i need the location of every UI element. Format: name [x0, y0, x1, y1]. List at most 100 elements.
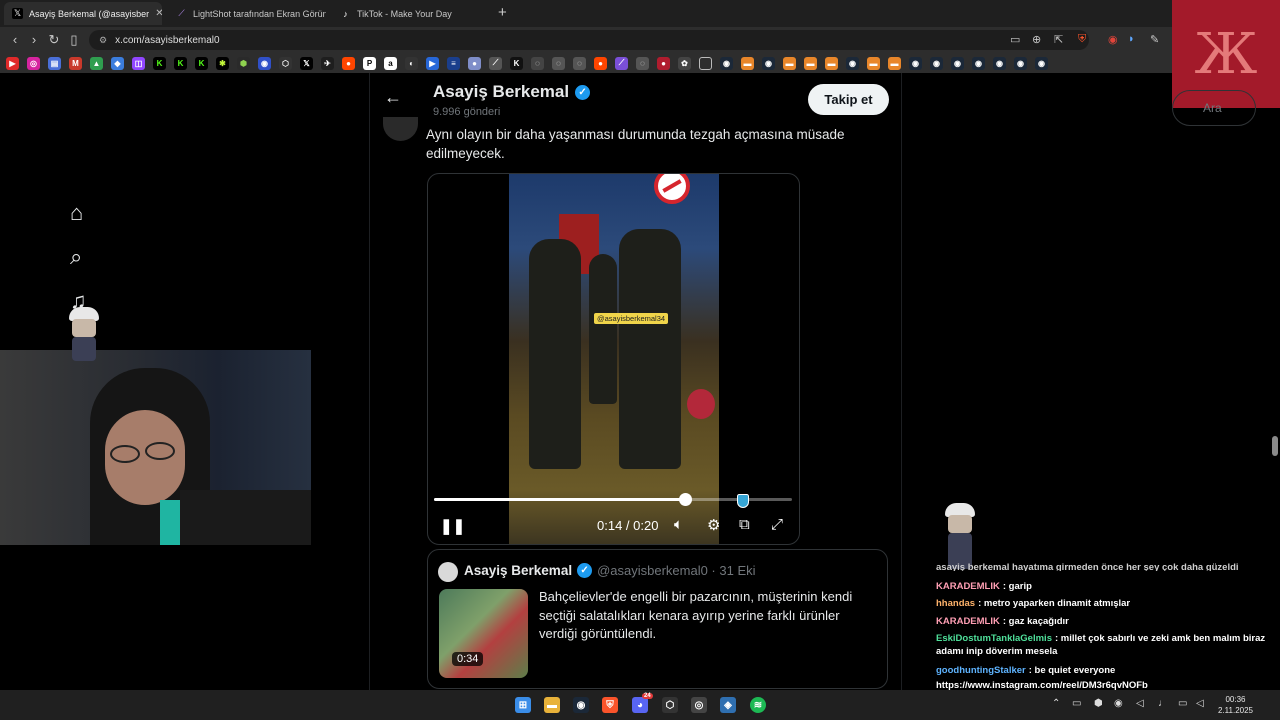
steam-bookmark-icon[interactable]: ◉ [720, 56, 733, 70]
bookmark-icon[interactable]: ▤ [48, 56, 61, 70]
folder-icon[interactable] [699, 56, 712, 70]
bookmark-icon[interactable]: ▯ [65, 32, 83, 48]
quoted-author-name[interactable]: Asayiş Berkemal [464, 563, 572, 578]
bookmark-icon[interactable]: ▬ [825, 56, 838, 70]
steam-bookmark-icon[interactable]: ◉ [972, 56, 985, 70]
steam-bookmark-icon[interactable]: ◉ [951, 56, 964, 70]
steam-bookmark-icon[interactable]: ◉ [930, 56, 943, 70]
chevron-up-icon[interactable]: ⌃ [1052, 698, 1060, 709]
bookmark-icon[interactable]: ▬ [804, 56, 817, 70]
brave-icon[interactable]: ⛨ [602, 697, 618, 713]
tab-lightshot[interactable]: ⟋ LightShot tarafından Ekran Görüntüs [168, 2, 326, 25]
chat-username[interactable]: goodhuntingStalker [936, 665, 1026, 676]
follow-button[interactable]: Takip et [808, 84, 889, 115]
share-icon[interactable]: ⇱ [1054, 33, 1063, 46]
bookmark-icon[interactable]: ◐ [405, 56, 418, 70]
fullscreen-icon[interactable]: ⤢ [771, 516, 783, 533]
bookmark-icon[interactable]: ◌ [573, 56, 586, 70]
video-player[interactable]: @asayisberkemal34 ❚❚ 0:14 / 0:20 🔈︎ ⚙ ⧉ … [427, 173, 800, 545]
tray-icon[interactable]: ▭ [1072, 698, 1081, 709]
steam-icon[interactable]: ◉ [573, 697, 589, 713]
bookmark-icon[interactable]: ▬ [867, 56, 880, 70]
drive-bookmark-icon[interactable]: ▲ [90, 56, 103, 70]
settings-gear-icon[interactable]: ⚙ [707, 516, 720, 534]
app-icon[interactable]: ◎ [691, 697, 707, 713]
bookmark-icon[interactable]: ◌ [552, 56, 565, 70]
speaker-icon[interactable]: ◁ [1136, 698, 1144, 709]
bookmark-icon[interactable]: ✿ [678, 56, 691, 70]
avatar[interactable] [438, 562, 458, 582]
reload-icon[interactable]: ↻ [45, 32, 63, 48]
obs-icon[interactable]: ⬡ [662, 697, 678, 713]
chat-username[interactable]: EskiDostumTanklaGelmis [936, 633, 1052, 644]
tray-icon[interactable]: ⬢ [1094, 698, 1103, 709]
bookmark-icon[interactable]: ◆ [111, 56, 124, 70]
new-tab-button[interactable]: + [498, 4, 507, 21]
steam-bookmark-icon[interactable]: ◉ [1014, 56, 1027, 70]
pause-icon[interactable]: ❚❚ [440, 517, 465, 535]
extension-icon[interactable]: ✎ [1150, 33, 1159, 46]
steam-bookmark-icon[interactable]: ◉ [1035, 56, 1048, 70]
site-settings-icon[interactable]: ⚙ [99, 35, 107, 46]
pip-icon[interactable]: ⧉ [739, 516, 750, 533]
kick-bookmark-icon[interactable]: K [195, 56, 208, 70]
youtube-bookmark-icon[interactable]: ▶ [6, 56, 19, 70]
steam-bookmark-icon[interactable]: ◉ [993, 56, 1006, 70]
steam-bookmark-icon[interactable]: ◉ [762, 56, 775, 70]
tab-tiktok[interactable]: ♪ TikTok - Make Your Day [332, 2, 490, 25]
extension-icon[interactable]: ◉ [1108, 33, 1118, 46]
amazon-bookmark-icon[interactable]: a [384, 56, 397, 70]
bookmark-icon[interactable]: ✈ [321, 56, 334, 70]
steam-tray-icon[interactable]: ◉ [1114, 698, 1123, 709]
video-scrubber-handle[interactable] [678, 493, 692, 506]
scrollbar-thumb[interactable] [1272, 436, 1278, 456]
back-arrow-icon[interactable]: ‹ [6, 32, 24, 47]
reddit-bookmark-icon[interactable]: ● [594, 56, 607, 70]
app-icon[interactable]: ◈ [720, 697, 736, 713]
bookmark-icon[interactable]: ◌ [531, 56, 544, 70]
system-clock[interactable]: 00:36 2.11.2025 [1218, 694, 1253, 716]
steam-bookmark-icon[interactable]: ◉ [909, 56, 922, 70]
search-input[interactable]: Ara [1172, 90, 1256, 126]
bookmark-icon[interactable]: ◌ [636, 56, 649, 70]
instagram-bookmark-icon[interactable]: ◎ [27, 56, 40, 70]
microphone-icon[interactable]: ♩ [1158, 698, 1168, 709]
bookmark-icon[interactable]: ▬ [783, 56, 796, 70]
search-icon[interactable]: ⌕ [70, 244, 82, 270]
chat-username[interactable]: KARADEMLIK [936, 616, 1000, 627]
chat-username[interactable]: hhandas [936, 598, 975, 609]
bookmark-icon[interactable]: ● [657, 56, 670, 70]
bookmark-icon[interactable]: ⟋ [615, 56, 628, 70]
back-arrow-icon[interactable]: ← [384, 87, 402, 108]
bookmark-icon[interactable]: ≡ [447, 56, 460, 70]
avatar[interactable] [383, 117, 418, 141]
bookmark-icon[interactable]: ✱ [216, 56, 229, 70]
tab-asayis-berkemal[interactable]: 𝕏 Asayiş Berkemal (@asayisber ✕ [4, 2, 162, 25]
file-explorer-icon[interactable]: ▬ [544, 697, 560, 713]
windows-start-icon[interactable]: ⊞ [515, 697, 531, 713]
extension-icon[interactable]: ◗ [1128, 33, 1135, 45]
volume-icon[interactable]: 🔈︎ [674, 516, 683, 533]
quoted-video-thumbnail[interactable]: 0:34 [439, 589, 528, 678]
twitch-bookmark-icon[interactable]: ◫ [132, 56, 145, 70]
reddit-bookmark-icon[interactable]: ● [342, 56, 355, 70]
steam-bookmark-icon[interactable]: ◉ [846, 56, 859, 70]
bookmark-icon[interactable]: ▬ [741, 56, 754, 70]
bookmark-icon[interactable]: K [510, 56, 523, 70]
cast-icon[interactable]: ▭ [1010, 33, 1020, 46]
bookmark-icon[interactable]: P [363, 56, 376, 70]
address-bar[interactable]: ⚙ x.com/asayisberkemal0 [89, 30, 1089, 50]
gmail-bookmark-icon[interactable]: M [69, 56, 82, 70]
bookmark-icon[interactable]: ⬢ [237, 56, 250, 70]
forward-arrow-icon[interactable]: › [25, 32, 43, 47]
close-tab-icon[interactable]: ✕ [155, 8, 162, 19]
home-icon[interactable]: ⌂ [70, 200, 83, 226]
x-bookmark-icon[interactable]: 𝕏 [300, 56, 313, 70]
bookmark-icon[interactable]: ⬡ [279, 56, 292, 70]
bookmark-icon[interactable]: ◉ [258, 56, 271, 70]
kick-bookmark-icon[interactable]: K [174, 56, 187, 70]
network-icon[interactable]: ▭ [1178, 698, 1187, 709]
chat-username[interactable]: KARADEMLIK [936, 581, 1000, 592]
quoted-tweet[interactable]: Asayiş Berkemal ✓ @asayisberkemal0 · 31 … [427, 549, 888, 689]
volume-icon[interactable]: ◁ [1196, 698, 1204, 709]
